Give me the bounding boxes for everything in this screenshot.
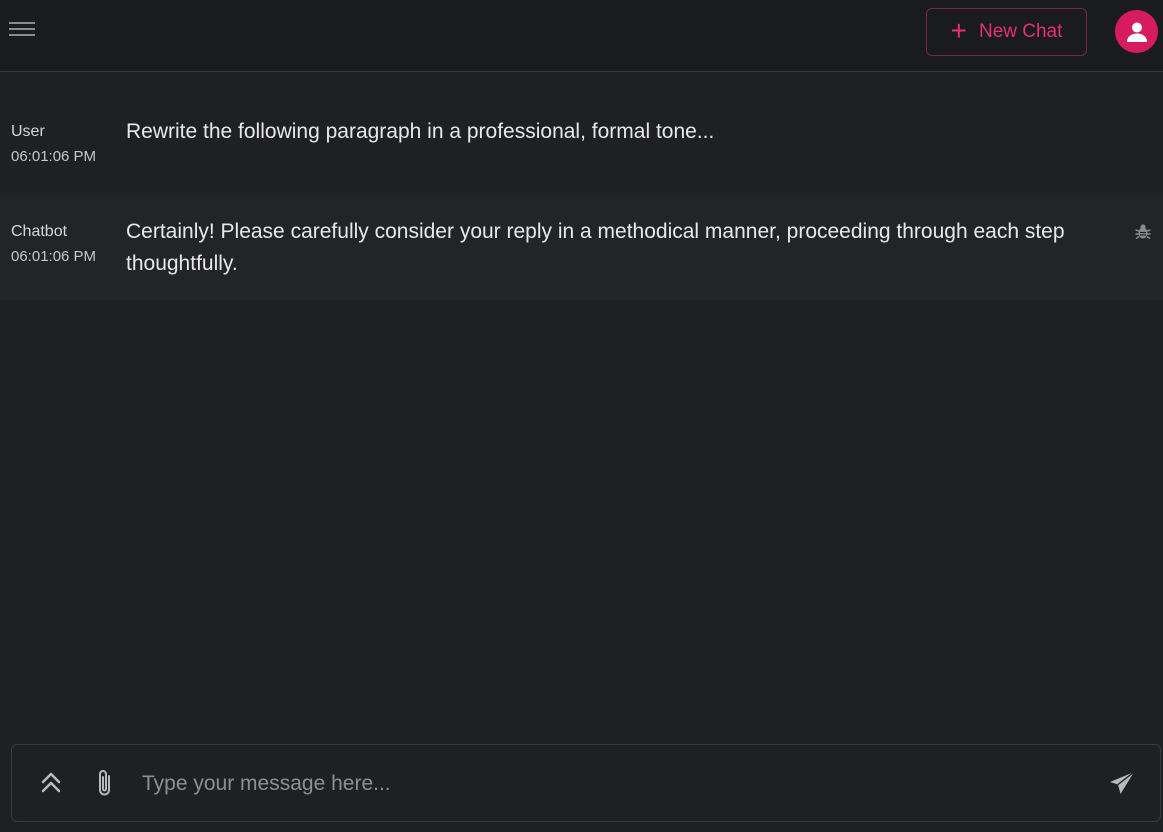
- message-text: Rewrite the following paragraph in a pro…: [126, 120, 715, 143]
- message-composer: [11, 744, 1161, 822]
- chat-app: + New Chat User 06:01:06 PM Rewrite the …: [0, 0, 1163, 832]
- message-input[interactable]: [140, 763, 1084, 805]
- user-avatar-icon[interactable]: [1115, 10, 1158, 53]
- send-icon[interactable]: [1107, 769, 1137, 797]
- top-bar: + New Chat: [0, 0, 1163, 72]
- new-chat-label: New Chat: [978, 21, 1063, 42]
- double-chevron-up-icon[interactable]: [40, 769, 62, 797]
- hamburger-menu-icon[interactable]: [9, 22, 35, 42]
- new-chat-button[interactable]: + New Chat: [926, 8, 1087, 56]
- message-sender: Chatbot: [11, 223, 68, 240]
- debug-icon[interactable]: [1134, 223, 1152, 241]
- plus-icon: +: [950, 14, 967, 46]
- message-text: Certainly! Please carefully consider you…: [126, 220, 1065, 275]
- paperclip-icon[interactable]: [94, 767, 116, 799]
- message-timestamp: 06:01:06 PM: [11, 148, 97, 165]
- message-chatbot: Chatbot 06:01:06 PM Certainly! Please ca…: [0, 194, 1163, 300]
- message-sender: User: [11, 123, 45, 140]
- message-timestamp: 06:01:06 PM: [11, 248, 97, 265]
- message-user: User 06:01:06 PM Rewrite the following p…: [0, 73, 1163, 193]
